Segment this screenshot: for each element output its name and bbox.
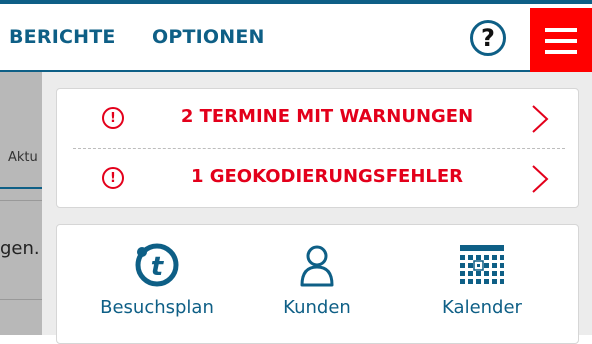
nav-options-link[interactable]: OPTIONEN	[152, 26, 265, 48]
background-divider	[0, 299, 42, 300]
chevron-right-icon	[532, 105, 549, 133]
menu-line	[545, 50, 577, 54]
alert-row-geocoding[interactable]: ! 1 GEOKODIERUNGSFEHLER	[57, 149, 578, 208]
menu-panel: ! 2 TERMINE MIT WARNUNGEN ! 1 GEOKODIERU…	[42, 72, 592, 344]
background-tab-text: Aktu	[8, 150, 38, 165]
quick-access-card: t Besuchsplan Kunden Kalender	[56, 224, 579, 344]
nav-reports-link[interactable]: BERICHTE	[9, 26, 116, 48]
background-divider	[0, 187, 42, 189]
alert-row-warnings[interactable]: ! 2 TERMINE MIT WARNUNGEN	[57, 89, 578, 148]
help-icon: ?	[481, 24, 495, 52]
top-navigation-bar: BERICHTE OPTIONEN ?	[0, 0, 592, 74]
person-icon	[300, 245, 334, 287]
menu-line	[545, 28, 577, 32]
tile-kalender[interactable]: Kalender	[412, 243, 552, 333]
tour-logo-icon: t	[135, 243, 179, 287]
background-divider	[0, 200, 42, 201]
hamburger-menu-button[interactable]	[530, 8, 592, 74]
tile-label: Besuchsplan	[100, 297, 214, 318]
exclamation-circle-icon: !	[102, 107, 124, 129]
alerts-card: ! 2 TERMINE MIT WARNUNGEN ! 1 GEOKODIERU…	[56, 88, 579, 208]
alert-label: 1 GEOKODIERUNGSFEHLER	[190, 166, 464, 187]
exclamation-circle-icon: !	[102, 167, 124, 189]
help-button[interactable]: ?	[470, 20, 506, 56]
chevron-right-icon	[532, 165, 549, 193]
tile-label: Kalender	[442, 297, 522, 318]
calendar-icon	[460, 245, 504, 284]
tile-kunden[interactable]: Kunden	[247, 243, 387, 333]
tile-label: Kunden	[283, 297, 351, 318]
background-body-text: gen.	[0, 238, 40, 259]
alert-label: 2 TERMINE MIT WARNUNGEN	[180, 106, 474, 127]
tile-besuchsplan[interactable]: t Besuchsplan	[87, 243, 227, 333]
menu-line	[545, 39, 577, 43]
svg-text:t: t	[151, 252, 165, 282]
background-page-overlay	[0, 72, 42, 335]
